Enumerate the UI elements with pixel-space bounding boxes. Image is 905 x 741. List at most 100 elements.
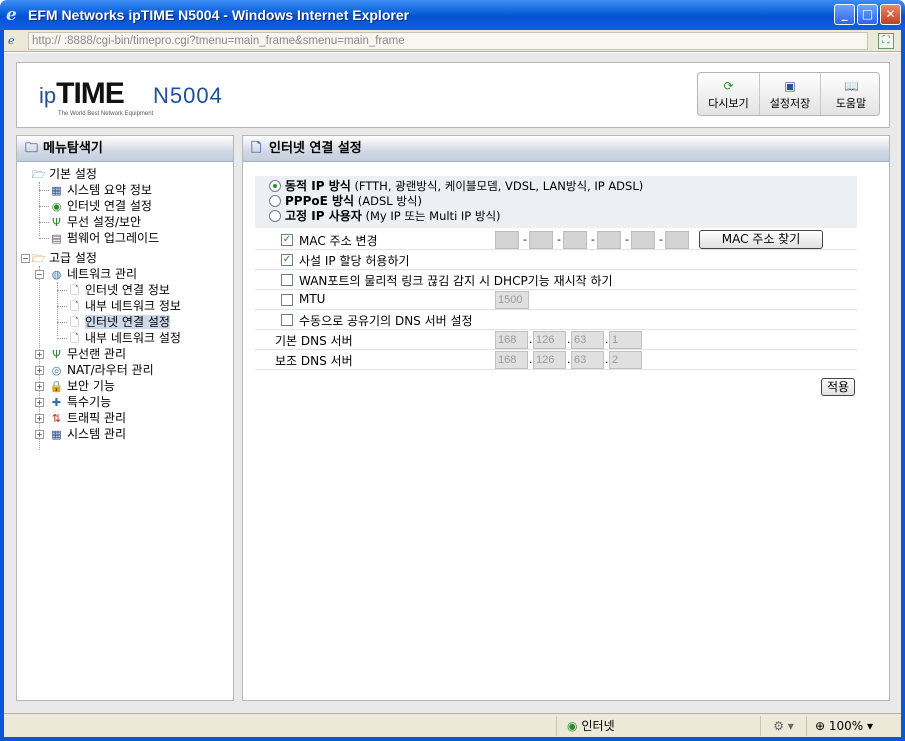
menu-system-management[interactable]: ▦ 시스템 관리 <box>49 426 126 442</box>
menu-label: NAT/라우터 관리 <box>67 363 154 377</box>
ip-dot: . <box>605 333 609 346</box>
radio-button[interactable] <box>269 210 281 222</box>
menu-label: 인터넷 연결 설정 <box>67 199 152 213</box>
wireless-icon: Ψ <box>52 348 61 361</box>
mtu-checkbox[interactable] <box>281 294 293 306</box>
mac-separator: - <box>625 233 629 246</box>
expand-traffic-toggle[interactable]: + <box>35 414 44 423</box>
menu-internet-connection-basic[interactable]: ◉ 인터넷 연결 설정 <box>49 198 152 214</box>
radio-button[interactable] <box>269 180 281 192</box>
secondary-dns-octet-1[interactable] <box>495 351 528 369</box>
mtu-row: MTU <box>255 290 857 310</box>
advanced-folder-icon: 🗁 <box>31 252 46 265</box>
special-function-icon: ✚ <box>51 396 62 409</box>
option-name: 동적 IP 방식 <box>285 179 351 193</box>
zoom-icon: ⊕ <box>815 719 826 733</box>
close-button[interactable]: ✕ <box>880 4 901 25</box>
menu-special-functions[interactable]: ✚ 특수기능 <box>49 394 111 410</box>
radio-pppoe[interactable]: PPPoE 방식 (ADSL 방식) <box>269 193 422 209</box>
menu-internal-network-info[interactable]: 🗋 내부 네트워크 정보 <box>67 298 181 314</box>
system-icon: ▦ <box>51 428 62 441</box>
mac-octet-3[interactable] <box>563 231 587 249</box>
open-folder-icon: 🗁 <box>31 168 46 181</box>
primary-dns-octet-2[interactable] <box>533 331 566 349</box>
tree-guide <box>57 306 67 307</box>
router-icon: ◎ <box>51 364 62 377</box>
menu-advanced-settings[interactable]: 🗁 고급 설정 <box>31 250 97 266</box>
expand-network-toggle[interactable]: − <box>35 270 44 279</box>
menu-basic-settings[interactable]: 🗁 기본 설정 <box>31 166 97 182</box>
folder-icon: 🗀 <box>25 141 39 156</box>
expand-advanced-toggle[interactable]: − <box>21 254 30 263</box>
menu-internet-connection-info[interactable]: 🗋 인터넷 연결 정보 <box>67 282 170 298</box>
ip-dot: . <box>529 353 533 366</box>
mac-change-checkbox[interactable]: ✓ <box>281 234 293 246</box>
expand-nat-toggle[interactable]: + <box>35 366 44 375</box>
manual-dns-checkbox[interactable] <box>281 314 293 326</box>
secondary-dns-octet-4[interactable] <box>609 351 642 369</box>
menu-network-management[interactable]: ◍ 네트워크 관리 <box>49 266 137 282</box>
expand-wireless-toggle[interactable]: + <box>35 350 44 359</box>
secondary-dns-octet-3[interactable] <box>571 351 604 369</box>
menu-nat-router[interactable]: ◎ NAT/라우터 관리 <box>49 362 154 378</box>
secondary-dns-octet-2[interactable] <box>533 351 566 369</box>
radio-static-ip[interactable]: 고정 IP 사용자 (My IP 또는 Multi IP 방식) <box>269 208 501 224</box>
expand-system-toggle[interactable]: + <box>35 430 44 439</box>
primary-dns-octet-3[interactable] <box>571 331 604 349</box>
logo-time: TIME <box>56 77 125 110</box>
menu-traffic[interactable]: ⇅ 트래픽 관리 <box>49 410 126 426</box>
radio-button[interactable] <box>269 195 281 207</box>
globe-icon: ◉ <box>567 719 578 733</box>
lock-icon: 🔒 <box>49 380 64 393</box>
primary-dns-octet-1[interactable] <box>495 331 528 349</box>
mac-separator: - <box>523 233 527 246</box>
mac-separator: - <box>659 233 663 246</box>
expand-security-toggle[interactable]: + <box>35 382 44 391</box>
compatibility-icon[interactable]: ⛶ <box>878 33 894 49</box>
menu-label: 펌웨어 업그레이드 <box>67 231 160 245</box>
menu-label: 인터넷 연결 설정 <box>85 315 170 329</box>
save-settings-button[interactable]: ▣ 설정저장 <box>759 73 820 115</box>
menu-internal-network-settings[interactable]: 🗋 내부 네트워크 설정 <box>67 330 181 346</box>
save-settings-label: 설정저장 <box>769 97 811 110</box>
document-icon: 🗋 <box>70 300 79 313</box>
mac-octet-5[interactable] <box>631 231 655 249</box>
menu-wireless-security[interactable]: Ψ 무선 설정/보안 <box>49 214 141 230</box>
mtu-input[interactable] <box>495 291 529 309</box>
private-ip-checkbox[interactable]: ✓ <box>281 254 293 266</box>
protected-mode-menu[interactable]: ⚙ ▾ <box>760 716 806 736</box>
menu-security[interactable]: 🔒 보안 기능 <box>49 378 115 394</box>
url-field[interactable]: http:// :8888/cgi-bin/timepro.cgi?tmenu=… <box>28 32 868 50</box>
primary-dns-label: 기본 DNS 서버 <box>275 334 353 348</box>
window-frame-right <box>901 30 905 741</box>
find-mac-button[interactable]: MAC 주소 찾기 <box>699 230 823 249</box>
menu-wireless-lan[interactable]: Ψ 무선랜 관리 <box>49 346 126 362</box>
menu-label: 무선 설정/보안 <box>67 215 142 229</box>
mac-octet-2[interactable] <box>529 231 553 249</box>
apply-button[interactable]: 적용 <box>821 378 855 396</box>
help-book-icon: 📖 <box>844 79 859 93</box>
zoom-control[interactable]: ⊕ 100% ▾ <box>806 716 901 736</box>
menu-label: 네트워크 관리 <box>67 267 138 281</box>
menu-firmware-upgrade[interactable]: ▤ 펌웨어 업그레이드 <box>49 230 159 246</box>
ip-dot: . <box>529 333 533 346</box>
menu-system-summary[interactable]: ▦ 시스템 요약 정보 <box>49 182 152 198</box>
radio-dynamic-ip[interactable]: 동적 IP 방식 (FTTH, 광랜방식, 케이블모뎀, VDSL, LAN방식… <box>269 178 643 194</box>
minimize-button[interactable]: _ <box>834 4 855 25</box>
primary-dns-row: 기본 DNS 서버 . . . <box>255 330 857 350</box>
help-button[interactable]: 📖 도움말 <box>820 73 881 115</box>
primary-dns-octet-4[interactable] <box>609 331 642 349</box>
refresh-button[interactable]: ⟳ 다시보기 <box>698 73 759 115</box>
maximize-button[interactable]: □ <box>857 4 878 25</box>
page-icon: ℯ <box>8 34 15 47</box>
mac-octet-4[interactable] <box>597 231 621 249</box>
menu-explorer-header: 🗀 메뉴탐색기 <box>17 136 233 162</box>
mac-octet-6[interactable] <box>665 231 689 249</box>
menu-internet-connection-settings[interactable]: 🗋 인터넷 연결 설정 <box>67 314 170 330</box>
wan-detect-checkbox[interactable] <box>281 274 293 286</box>
manual-dns-label: 수동으로 공유기의 DNS 서버 설정 <box>299 314 473 328</box>
expand-special-toggle[interactable]: + <box>35 398 44 407</box>
tree-guide <box>57 338 67 339</box>
private-ip-row: ✓ 사설 IP 할당 허용하기 <box>255 250 857 270</box>
mac-octet-1[interactable] <box>495 231 519 249</box>
